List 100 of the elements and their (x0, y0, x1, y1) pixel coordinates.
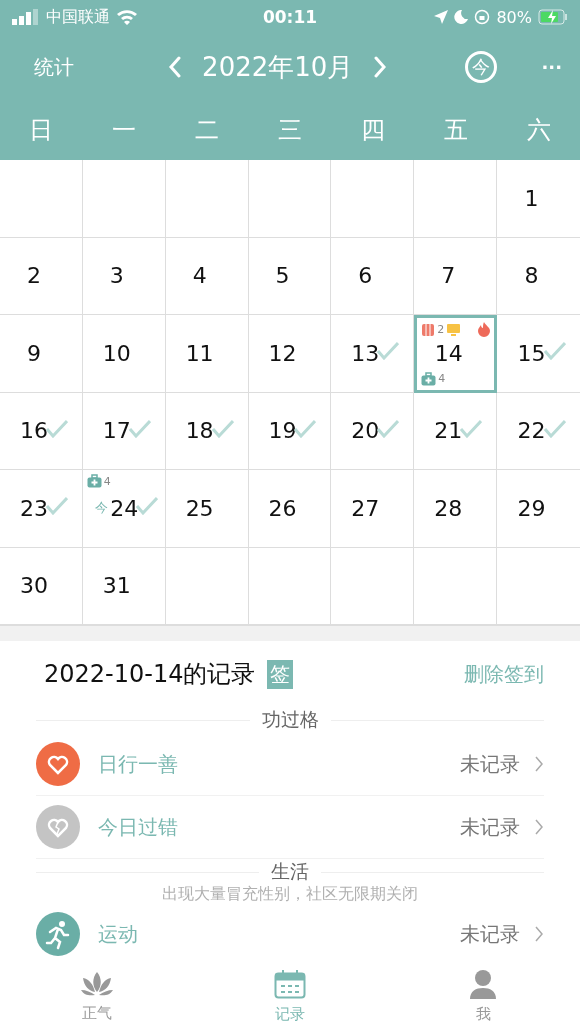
day-cell[interactable]: 21 (414, 392, 498, 470)
day-cell[interactable]: 2 (0, 237, 83, 315)
today-mark: 今 (95, 499, 109, 518)
day-number: 20 (351, 418, 380, 444)
day-number: 15 (517, 340, 546, 366)
person-icon[interactable] (468, 968, 499, 999)
day-number: 26 (268, 495, 297, 521)
day-number: 13 (351, 340, 380, 366)
day-cell[interactable]: 7 (414, 237, 498, 315)
month-title: 2022年10月 (202, 50, 354, 84)
weekday-label: 三 (277, 115, 303, 146)
day-number: 10 (102, 340, 131, 366)
badge-count: 2 (437, 323, 445, 336)
weekday-label: 二 (194, 115, 221, 146)
runner-icon (36, 912, 80, 956)
chevron-right-icon (534, 925, 544, 943)
day-number: 9 (26, 340, 41, 366)
previous-month-icon[interactable] (168, 56, 183, 78)
day-number: 25 (185, 495, 214, 521)
record-row[interactable]: 运动 未记录 (36, 903, 544, 960)
weekday-label: 六 (525, 115, 552, 146)
day-number: 21 (434, 418, 463, 444)
calendar-icon[interactable] (274, 968, 306, 999)
day-number: 22 (517, 418, 546, 444)
day-cell[interactable]: 20 (331, 392, 415, 470)
carrier-name: 中国联通 (46, 6, 110, 28)
chevron-right-icon (534, 755, 544, 773)
record-row[interactable]: 今日过错 未记录 (36, 796, 544, 859)
toast-message: 出现大量冒充性别，社区无限期关闭 (162, 884, 418, 903)
battery-charging-icon (538, 9, 568, 25)
record-row[interactable]: 日行一善 未记录 (36, 733, 544, 796)
moon-icon (454, 10, 469, 24)
next-month-icon[interactable] (373, 56, 388, 78)
day-number: 7 (441, 263, 456, 289)
day-cell[interactable]: 8 (497, 237, 580, 315)
day-cell[interactable]: 17 (82, 392, 166, 470)
day-cell[interactable]: 15 (497, 315, 580, 393)
day-number: 5 (275, 263, 290, 289)
chevron-right-icon (534, 818, 544, 836)
day-number: 8 (524, 263, 539, 289)
battery-percent: 80% (496, 7, 532, 27)
weekday-label: 日 (28, 115, 55, 146)
badge-count: 4 (438, 372, 446, 385)
day-cell[interactable]: 25 (165, 470, 249, 548)
book-icon (421, 322, 436, 337)
day-cell[interactable]: 5 (248, 237, 332, 315)
wifi-icon (116, 9, 138, 25)
day-cell[interactable]: 11 (165, 315, 249, 393)
day-cell[interactable]: 12 (248, 315, 332, 393)
day-number: 19 (268, 418, 297, 444)
weekday-label: 一 (111, 115, 138, 146)
day-number: 12 (268, 340, 297, 366)
location-arrow-icon (434, 10, 449, 24)
rotation-lock-icon (474, 9, 491, 25)
medical-kit-icon (421, 371, 437, 386)
day-number: 1 (524, 185, 539, 211)
day-number: 6 (358, 263, 373, 289)
day-number: 31 (102, 573, 131, 599)
day-number: 4 (192, 263, 207, 289)
day-cell[interactable]: 29 (497, 470, 580, 548)
day-cell[interactable]: 19 (248, 392, 332, 470)
signal-icon (12, 9, 40, 25)
weekday-label: 四 (359, 115, 386, 146)
day-number: 3 (109, 263, 124, 289)
day-cell[interactable]: 4 (165, 237, 249, 315)
flame-icon (477, 322, 492, 337)
day-cell[interactable]: 22 (497, 392, 580, 470)
day-cell[interactable]: 9 (0, 315, 83, 393)
day-cell[interactable]: 3 (82, 237, 166, 315)
record-title: 2022-10-14的记录 (44, 659, 256, 690)
day-number: 24 (110, 495, 139, 521)
monitor-icon (446, 322, 462, 337)
day-number: 14 (434, 341, 463, 367)
day-number: 30 (19, 573, 48, 599)
day-cell[interactable]: 28 (414, 470, 498, 548)
day-cell[interactable]: 27 (331, 470, 415, 548)
day-number: 18 (185, 418, 214, 444)
day-cell[interactable]: 6 (331, 237, 415, 315)
day-cell[interactable]: 23 (0, 470, 83, 548)
sign-in-badge: 签 (267, 659, 294, 689)
day-cell[interactable]: 26 (248, 470, 332, 548)
weekday-label: 五 (442, 115, 469, 146)
day-number: 29 (517, 495, 546, 521)
day-cell[interactable]: 2 14 4 (414, 315, 498, 393)
day-number: 11 (185, 340, 214, 366)
day-cell[interactable]: 10 (82, 315, 166, 393)
clock-time: 00:11 (262, 7, 318, 27)
day-number: 2 (26, 263, 41, 289)
day-cell[interactable]: 1 (497, 160, 580, 238)
day-number: 17 (102, 418, 131, 444)
day-number: 27 (351, 495, 380, 521)
medical-kit-icon (86, 474, 102, 488)
day-number: 28 (434, 495, 463, 521)
day-cell[interactable]: 13 (331, 315, 415, 393)
day-cell[interactable]: 16 (0, 392, 83, 470)
day-cell[interactable]: 31 (82, 547, 166, 625)
day-number: 23 (19, 495, 48, 521)
day-cell[interactable]: 30 (0, 547, 83, 625)
badge-count: 4 (103, 474, 111, 488)
day-cell[interactable]: 18 (165, 392, 249, 470)
